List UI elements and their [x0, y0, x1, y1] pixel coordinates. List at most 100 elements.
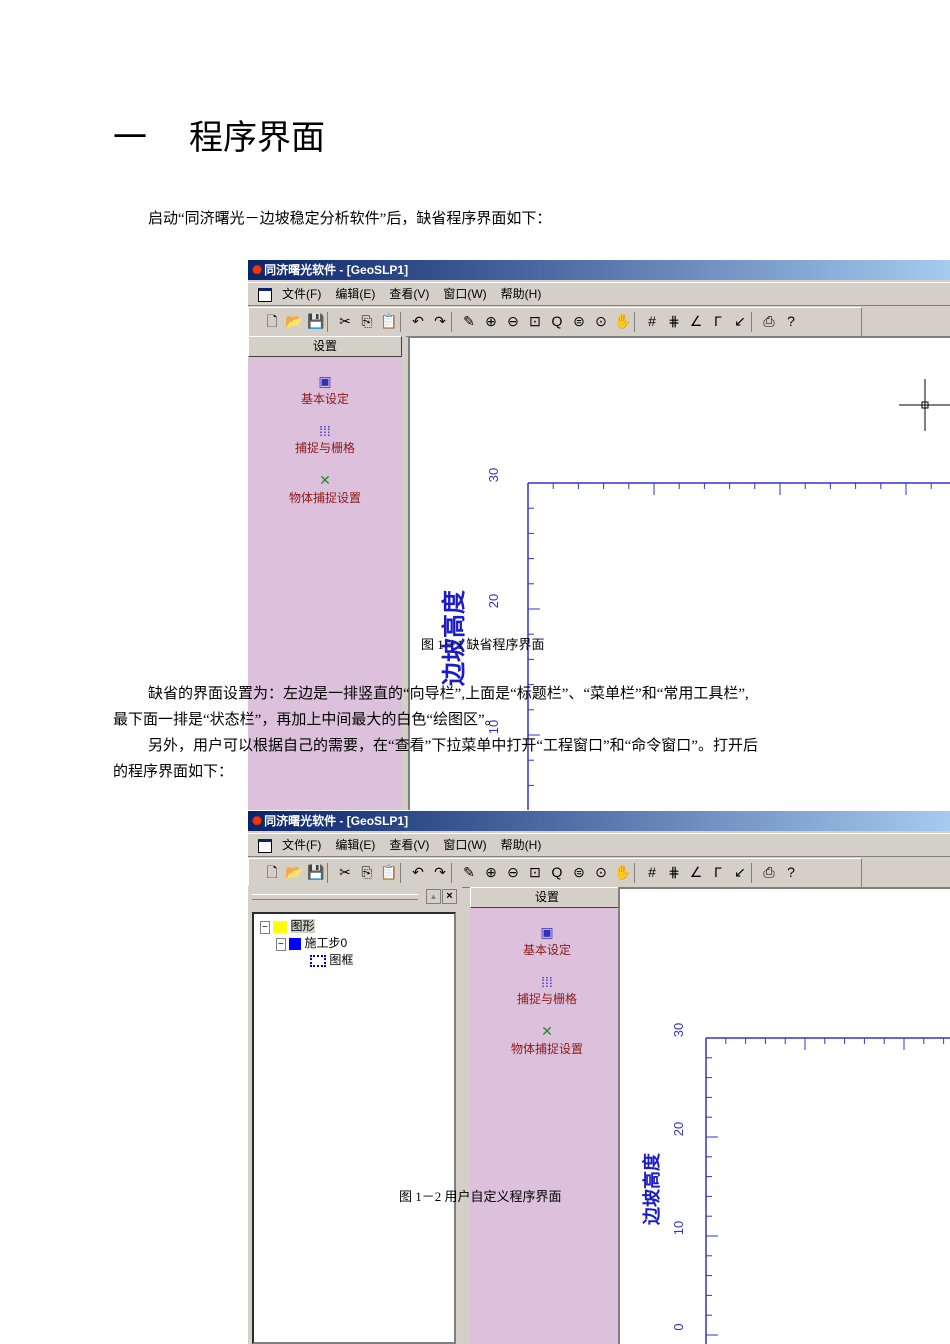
undo-icon[interactable]: ↶ [407, 308, 429, 334]
save-icon[interactable]: 💾 [305, 308, 327, 334]
document-icon [258, 287, 272, 302]
new-icon[interactable]: 🗋 [261, 859, 283, 885]
menu-window[interactable]: 窗口(W) [443, 287, 486, 301]
ortho-icon[interactable]: Γ [707, 859, 729, 885]
folder-icon [273, 920, 288, 933]
cut-icon[interactable]: ✂ [334, 308, 356, 334]
window-title: 同济曙光软件 - [GeoSLP1] [264, 263, 409, 277]
drawing-area[interactable]: 30 20 10 0 边坡高度 [618, 887, 950, 1344]
tree-node-stage0[interactable]: − 施工步0 [276, 934, 347, 951]
redo-icon[interactable]: ↷ [429, 308, 451, 334]
snap-grid-icon[interactable]: ⋕ [663, 859, 685, 885]
menu-window[interactable]: 窗口(W) [443, 838, 486, 852]
object-snap-icon: ✕ [541, 1023, 553, 1039]
paragraph-1-line-1: 缺省的界面设置为：左边是一排竖直的“向导栏”,上面是“标题栏”、“菜单栏”和“常… [148, 686, 749, 702]
paste-icon[interactable]: 📋 [378, 308, 400, 334]
toolbar-separator [400, 312, 407, 333]
pan-icon[interactable]: ✋ [612, 859, 634, 885]
toolbar-separator [451, 312, 458, 333]
nav-label: 物体捕捉设置 [510, 1042, 583, 1056]
nav-label: 捕捉与栅格 [516, 992, 577, 1006]
y-tick-label: 30 [486, 468, 501, 482]
tree-node-graphics[interactable]: − 图形 [260, 917, 315, 934]
close-button[interactable]: × [442, 889, 457, 904]
menu-view[interactable]: 查看(V) [389, 838, 429, 852]
basic-settings-icon: ▣ [318, 373, 332, 389]
object-snap-icon[interactable]: ↙ [729, 859, 751, 885]
nav-basic-settings[interactable]: ▣ 基本设定 [248, 373, 402, 407]
menu-file[interactable]: 文件(F) [282, 287, 321, 301]
intro-paragraph: 启动“同济曙光－边坡稳定分析软件”后，缺省程序界面如下： [148, 211, 552, 227]
open-icon[interactable]: 📂 [283, 859, 305, 885]
new-icon[interactable]: 🗋 [261, 308, 283, 334]
zoom-window-icon[interactable]: ⊡ [524, 859, 546, 885]
pan-icon[interactable]: ✋ [612, 308, 634, 334]
grid-icon[interactable]: # [641, 308, 663, 334]
menu-edit[interactable]: 编辑(E) [335, 838, 375, 852]
nav-snap-grid[interactable]: ⁞⁞⁞ 捕捉与栅格 [470, 974, 624, 1007]
toolbar-separator [327, 863, 334, 884]
print-icon[interactable]: ⎙ [758, 308, 780, 334]
print-icon[interactable]: ⎙ [758, 859, 780, 885]
help-icon[interactable]: ? [780, 859, 802, 885]
nav-snap-grid[interactable]: ⁞⁞⁞ 捕捉与栅格 [248, 423, 402, 456]
section-heading: 一 程序界面 [113, 110, 325, 159]
object-snap-icon[interactable]: ↙ [729, 308, 751, 334]
zoom-extents-icon[interactable]: ⊜ [568, 308, 590, 334]
save-icon[interactable]: 💾 [305, 859, 327, 885]
copy-icon[interactable]: ⎘ [356, 308, 378, 334]
paste-icon[interactable]: 📋 [378, 859, 400, 885]
toolbar-separator [751, 312, 758, 333]
zoom-previous-icon[interactable]: ⊙ [590, 308, 612, 334]
open-icon[interactable]: 📂 [283, 308, 305, 334]
app-logo-icon: ✺ [252, 814, 263, 828]
tree-node-frame[interactable]: 图框 [310, 951, 353, 968]
draw-icon[interactable]: ✎ [458, 308, 480, 334]
nav-object-snap[interactable]: ✕ 物体捕捉设置 [248, 472, 402, 506]
project-window: ▲ × − 图形 − 施工步0 图框 [248, 886, 462, 1344]
draw-icon[interactable]: ✎ [458, 859, 480, 885]
menu-edit[interactable]: 编辑(E) [335, 287, 375, 301]
collapse-icon[interactable]: − [260, 921, 270, 934]
maximize-button[interactable]: ▲ [426, 889, 441, 904]
zoom-realtime-icon[interactable]: Q [546, 308, 568, 334]
menu-help[interactable]: 帮助(H) [501, 287, 542, 301]
zoom-window-icon[interactable]: ⊡ [524, 308, 546, 334]
panel-grip[interactable] [252, 894, 418, 900]
zoom-previous-icon[interactable]: ⊙ [590, 859, 612, 885]
copy-icon[interactable]: ⎘ [356, 859, 378, 885]
tree-label: 施工步0 [304, 936, 348, 950]
y-axis-label: 边坡高度 [641, 1152, 662, 1226]
title-bar: ✺ 同济曙光软件 - [GeoSLP1] [248, 811, 950, 831]
nav-basic-settings[interactable]: ▣ 基本设定 [470, 924, 624, 958]
heading-number: 一 [113, 120, 147, 157]
grid-icon[interactable]: # [641, 859, 663, 885]
zoom-realtime-icon[interactable]: Q [546, 859, 568, 885]
nav-label: 物体捕捉设置 [288, 491, 361, 505]
tree-label: 图框 [329, 953, 354, 967]
ortho-icon[interactable]: Γ [707, 308, 729, 334]
angle-icon[interactable]: ∠ [685, 308, 707, 334]
object-snap-icon: ✕ [319, 472, 331, 488]
nav-label: 基本设定 [522, 943, 571, 957]
menu-bar: 文件(F) 编辑(E) 查看(V) 窗口(W) 帮助(H) [248, 282, 950, 306]
cut-icon[interactable]: ✂ [334, 859, 356, 885]
redo-icon[interactable]: ↷ [429, 859, 451, 885]
help-icon[interactable]: ? [780, 308, 802, 334]
snap-grid-icon[interactable]: ⋕ [663, 308, 685, 334]
undo-icon[interactable]: ↶ [407, 859, 429, 885]
angle-icon[interactable]: ∠ [685, 859, 707, 885]
nav-object-snap[interactable]: ✕ 物体捕捉设置 [470, 1023, 624, 1057]
menu-view[interactable]: 查看(V) [389, 287, 429, 301]
paragraph-2-line-2: 的程序界面如下： [113, 764, 234, 780]
zoom-out-icon[interactable]: ⊖ [502, 308, 524, 334]
zoom-in-icon[interactable]: ⊕ [480, 859, 502, 885]
y-tick-label: 20 [486, 594, 501, 608]
zoom-in-icon[interactable]: ⊕ [480, 308, 502, 334]
zoom-extents-icon[interactable]: ⊜ [568, 859, 590, 885]
zoom-out-icon[interactable]: ⊖ [502, 859, 524, 885]
menu-help[interactable]: 帮助(H) [501, 838, 542, 852]
plot-axes: 30 20 10 0 边坡高度 [641, 1023, 950, 1344]
collapse-icon[interactable]: − [276, 938, 286, 951]
menu-file[interactable]: 文件(F) [282, 838, 321, 852]
